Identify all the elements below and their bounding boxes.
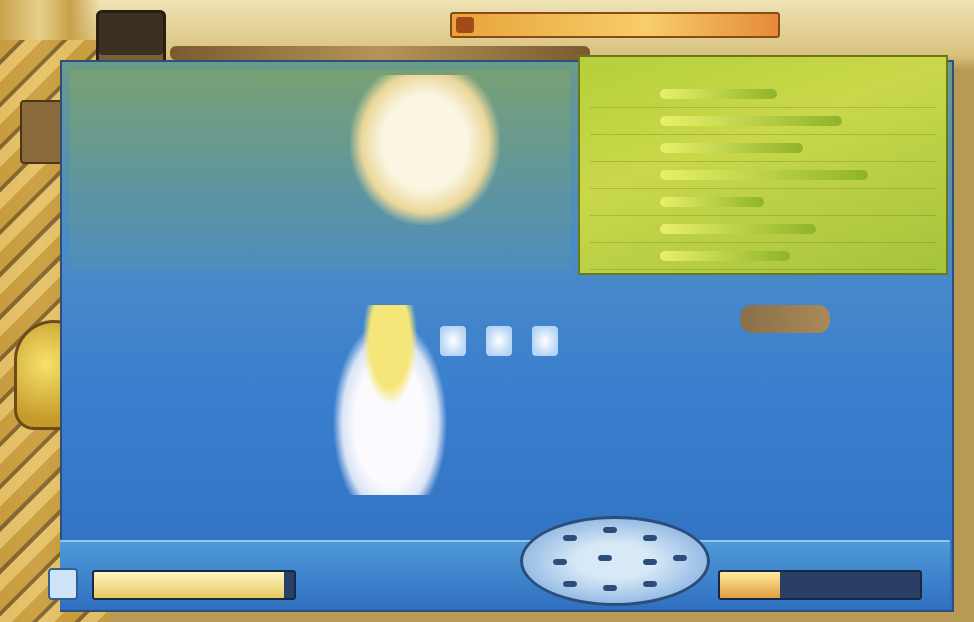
info-row [590, 189, 936, 216]
radar-blip [643, 581, 657, 587]
radar-blip [553, 559, 567, 565]
title-strip [170, 46, 590, 60]
health-gauge-fill [94, 572, 284, 598]
info-row-bar [660, 251, 790, 261]
radar-blip [563, 581, 577, 587]
radar-blip [598, 555, 612, 561]
info-panel [578, 55, 948, 275]
energy-gauge [718, 570, 922, 600]
energy-gauge-fill [720, 572, 780, 598]
radar-blip [643, 535, 657, 541]
info-row [590, 81, 936, 108]
info-row-bar [660, 224, 816, 234]
player-character-sprite[interactable] [325, 305, 455, 495]
info-row-bar [660, 197, 764, 207]
target-markers [440, 322, 640, 360]
flag-icon [456, 17, 474, 33]
radar-blip [603, 585, 617, 591]
top-banner [450, 12, 780, 38]
radar-blip [563, 535, 577, 541]
info-panel-title [590, 63, 936, 77]
info-row [590, 108, 936, 135]
health-gauge [92, 570, 296, 600]
info-row-bar [660, 143, 803, 153]
radar-blip [603, 527, 617, 533]
target-marker[interactable] [532, 326, 558, 356]
info-row [590, 243, 936, 270]
info-row [590, 216, 936, 243]
target-marker[interactable] [440, 326, 466, 356]
info-row [590, 162, 936, 189]
radar-blip [673, 555, 687, 561]
info-row-bar [660, 89, 777, 99]
info-row-bar [660, 116, 842, 126]
item-slot-icon[interactable] [48, 568, 78, 600]
info-row [590, 135, 936, 162]
radar-blip [643, 559, 657, 565]
enemy-marker[interactable] [740, 305, 830, 333]
radar-icon[interactable] [520, 516, 710, 606]
target-marker[interactable] [486, 326, 512, 356]
info-row-bar [660, 170, 868, 180]
character-sprite-top[interactable] [350, 75, 500, 225]
info-rows [590, 81, 936, 270]
portrait-icon[interactable] [96, 10, 166, 66]
